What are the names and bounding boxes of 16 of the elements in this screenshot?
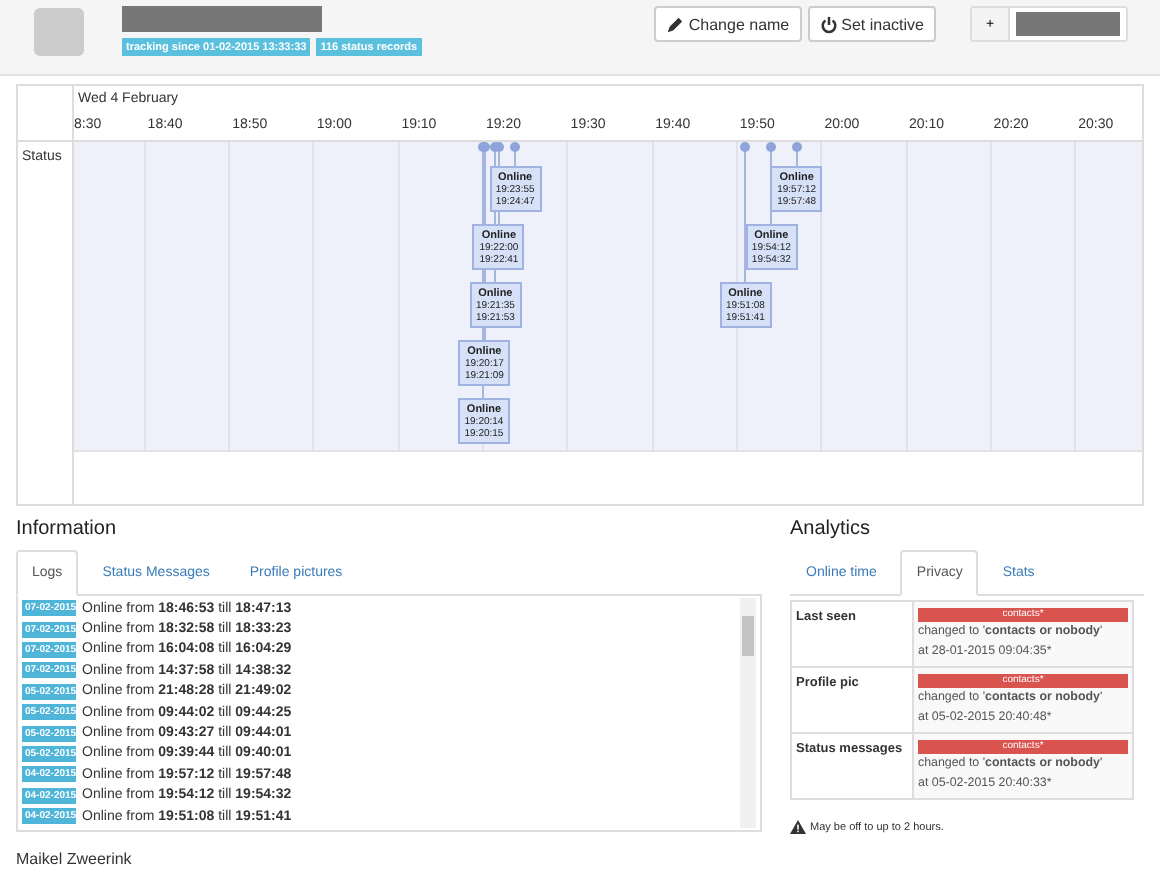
event-dot: [766, 142, 777, 152]
action-button[interactable]: Set inactive: [807, 6, 936, 42]
action-button[interactable]: Change name: [654, 6, 802, 42]
power-icon: [819, 15, 838, 33]
redacted-field: [1016, 12, 1120, 36]
owner-name: Maikel Zweerink: [16, 850, 134, 868]
event-dot: [791, 142, 802, 152]
event-dot: [740, 142, 751, 152]
connector-line: [744, 146, 747, 286]
pencil-icon: [666, 15, 685, 33]
avatar-placeholder: [34, 8, 84, 56]
scrollbar[interactable]: [740, 598, 756, 828]
section-title: Information: [16, 518, 119, 540]
warning-icon: [790, 820, 806, 834]
section-title: Analytics: [790, 518, 873, 540]
event-dot: [510, 142, 521, 152]
